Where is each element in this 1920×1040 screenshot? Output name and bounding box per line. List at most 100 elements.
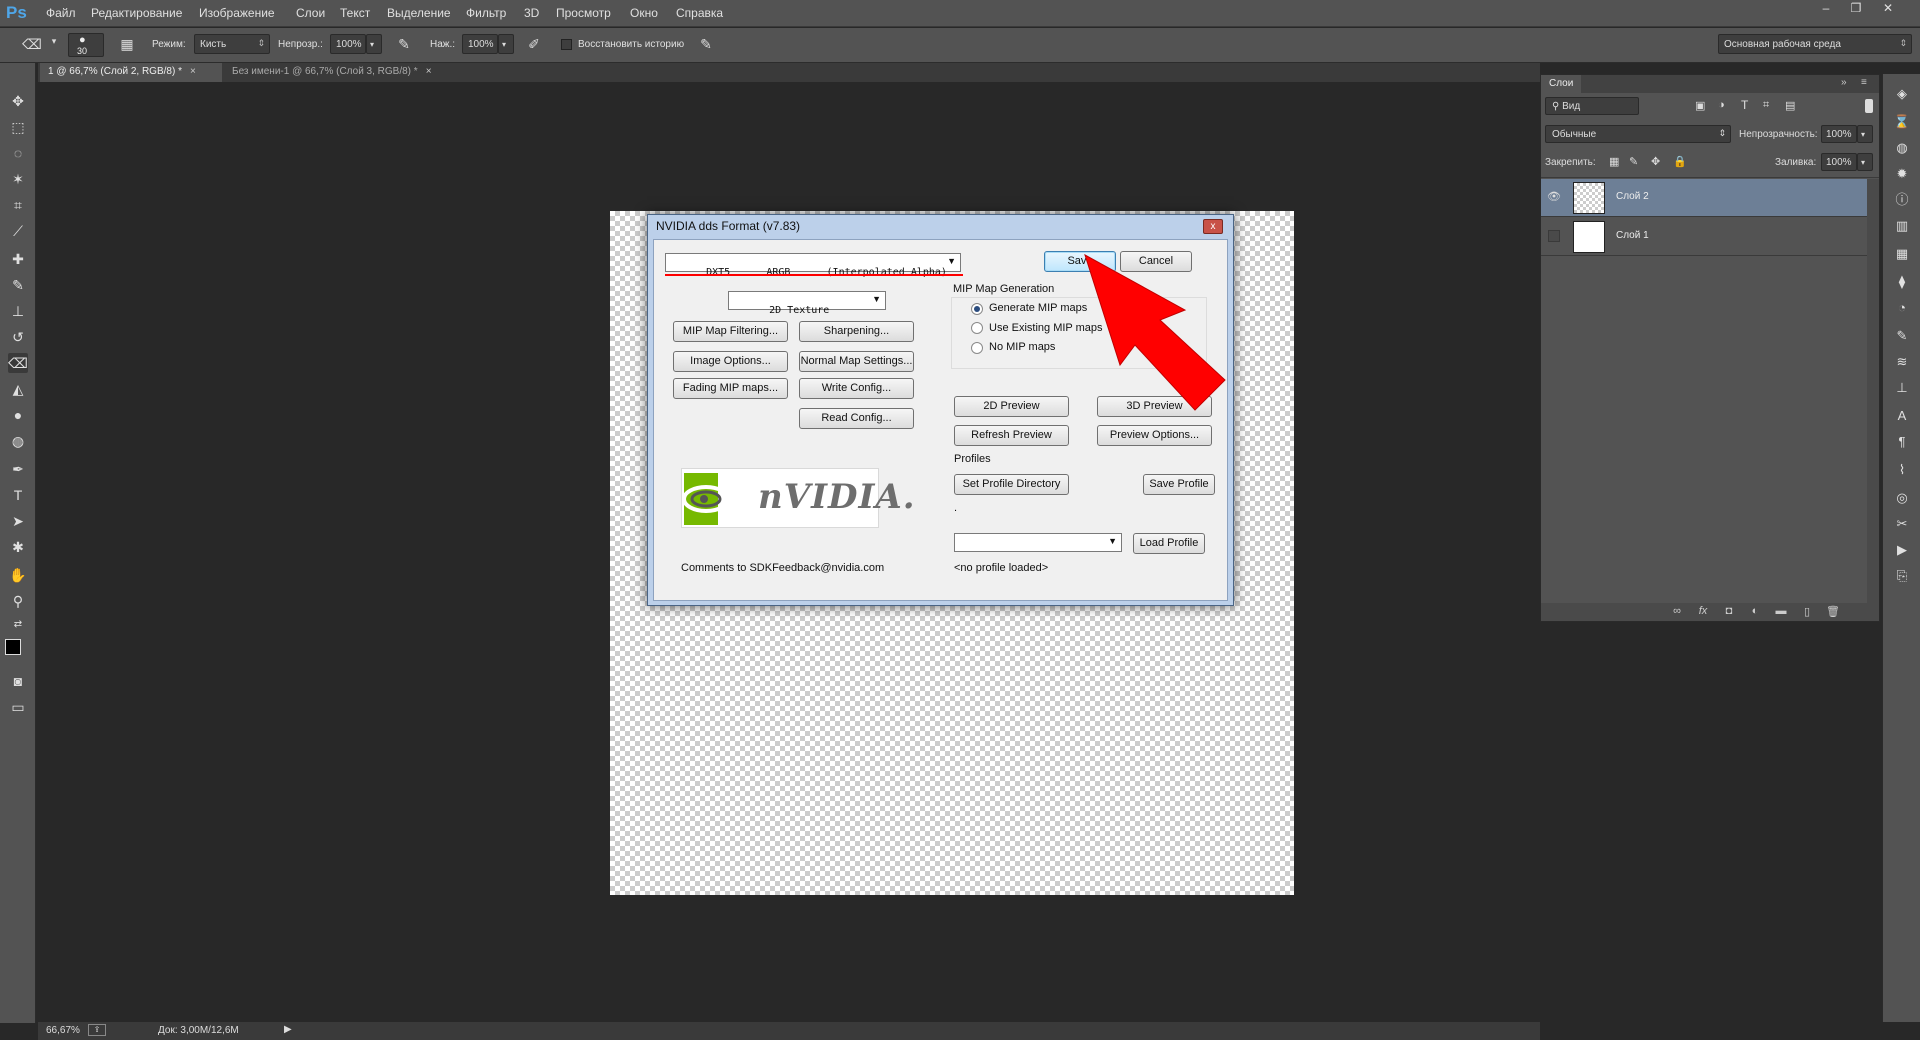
move-tool-icon[interactable]: ✥ [8, 91, 28, 111]
restore-button[interactable]: ❐ [1845, 1, 1867, 17]
link-layers-icon[interactable]: ∞ [1669, 605, 1685, 619]
opacity-input[interactable]: 100% [330, 34, 366, 54]
swatches-icon[interactable]: ▥ [1892, 216, 1912, 236]
pressure-opacity-icon[interactable]: ✎ [394, 36, 414, 54]
new-layer-icon[interactable]: ▯ [1799, 605, 1815, 619]
pen-tool-icon[interactable]: ✒ [8, 459, 28, 479]
crop-tool-icon[interactable]: ⌗ [8, 195, 28, 215]
filter-type-icon[interactable]: T [1741, 98, 1748, 112]
type-tool-icon[interactable]: T [8, 485, 28, 505]
radio-generate-mip[interactable] [971, 303, 983, 315]
new-adjustment-icon[interactable]: ◐ [1747, 605, 1763, 619]
brush-presets-icon[interactable]: ✎ [1892, 326, 1912, 346]
layer-opacity-input[interactable]: 100% [1821, 125, 1857, 143]
layer-style-icon[interactable]: fx [1695, 605, 1711, 619]
eyedropper-tool-icon[interactable]: ⟋ [8, 221, 28, 241]
shape-tool-icon[interactable]: ✱ [8, 537, 28, 557]
lock-position-icon[interactable]: ✥ [1651, 155, 1660, 168]
grid-icon[interactable]: ▦ [1892, 244, 1912, 264]
quick-mask-icon[interactable]: ◙ [8, 671, 28, 691]
3d-icon[interactable]: ⧫ [1892, 272, 1912, 292]
close-icon[interactable]: × [190, 66, 196, 77]
healing-brush-tool-icon[interactable]: ✚ [8, 249, 28, 269]
refresh-preview-button[interactable]: Refresh Preview [954, 425, 1069, 446]
pressure-input[interactable]: 100% [462, 34, 498, 54]
zoom-tool-icon[interactable]: ⚲ [8, 591, 28, 611]
layer-row-1[interactable]: Слой 1 [1541, 218, 1867, 256]
fill-input[interactable]: 100% [1821, 153, 1857, 171]
airbrush-icon[interactable]: ✐ [524, 36, 544, 54]
mode-dropdown[interactable]: Кисть ⇕ [194, 34, 270, 54]
eraser-tool-icon[interactable]: ⌫ [8, 353, 28, 373]
blur-tool-icon[interactable]: ● [8, 405, 28, 425]
clone-source-icon[interactable]: ⊥ [1892, 378, 1912, 398]
filter-smart-object-icon[interactable]: ▤ [1785, 99, 1795, 112]
opacity-dropdown-button[interactable]: ▾ [366, 34, 382, 54]
collapse-icon[interactable]: » [1841, 77, 1847, 88]
styles-icon[interactable]: ◔ [1892, 298, 1912, 318]
channels-icon[interactable]: ◎ [1892, 488, 1912, 508]
filter-adjustment-icon[interactable]: ◑ [1718, 99, 1725, 111]
set-profile-directory-button[interactable]: Set Profile Directory [954, 474, 1069, 495]
adjustments-icon[interactable]: ✹ [1892, 164, 1912, 184]
blend-mode-dropdown[interactable]: Обычные ⇕ [1545, 125, 1731, 143]
tab-document-2[interactable]: Без имени-1 @ 66,7% (Слой 3, RGB/8) * × [224, 63, 460, 82]
brush-panel-icon[interactable]: ▦ [117, 36, 137, 54]
history-icon[interactable]: ⌛ [1892, 112, 1912, 132]
profile-combo[interactable]: ▼ [954, 533, 1122, 552]
save-profile-button[interactable]: Save Profile [1143, 474, 1215, 495]
menu-window[interactable]: Окно [630, 6, 658, 20]
filter-pixel-icon[interactable]: ▣ [1695, 99, 1705, 112]
menu-layers[interactable]: Слои [296, 6, 325, 20]
add-mask-icon[interactable]: ◘ [1721, 605, 1737, 619]
close-icon[interactable]: × [426, 66, 432, 77]
layer-row-2[interactable]: 👁 Слой 2 [1541, 179, 1867, 217]
menu-help[interactable]: Справка [676, 6, 723, 20]
timeline-icon[interactable]: ⎘ [1892, 566, 1912, 586]
close-window-button[interactable]: ✕ [1877, 1, 1899, 17]
paths-icon[interactable]: ⌇ [1892, 460, 1912, 480]
actions-icon[interactable]: ▶ [1892, 540, 1912, 560]
layers-icon[interactable]: ◈ [1892, 84, 1912, 104]
restore-history-checkbox[interactable] [561, 39, 572, 50]
pressure-dropdown-button[interactable]: ▾ [498, 34, 514, 54]
brush-tool-icon[interactable]: ✎ [8, 275, 28, 295]
brush-settings-icon[interactable]: ≋ [1892, 352, 1912, 372]
visibility-toggle[interactable] [1548, 230, 1560, 242]
eraser-tool-preset-icon[interactable]: ⌫ [22, 36, 42, 54]
texture-type-combo[interactable]: 2D Texture ▼ [728, 291, 886, 316]
preview-2d-button[interactable]: 2D Preview [954, 396, 1069, 417]
format-combo[interactable]: DXT5 ARGB (Interpolated Alpha) ▼ [665, 253, 961, 278]
foreground-color-swatch[interactable] [5, 639, 21, 655]
fill-dropdown[interactable]: ▾ [1857, 153, 1873, 171]
eye-icon[interactable]: 👁 [1547, 190, 1561, 204]
menu-3d[interactable]: 3D [524, 6, 539, 20]
radio-use-existing-mip[interactable] [971, 322, 983, 334]
tab-document-1[interactable]: 1 @ 66,7% (Слой 2, RGB/8) * × [40, 63, 222, 82]
panel-menu-icon[interactable]: ≡ [1861, 77, 1867, 88]
dodge-tool-icon[interactable]: ◍ [8, 431, 28, 451]
layers-scrollbar[interactable] [1867, 179, 1879, 603]
lock-all-icon[interactable]: 🔒 [1673, 155, 1687, 168]
layer-opacity-dropdown[interactable]: ▾ [1857, 125, 1873, 143]
paragraph-icon[interactable]: ¶ [1892, 432, 1912, 452]
layer-filter-dropdown[interactable]: ⚲ Вид [1545, 97, 1639, 115]
lock-image-icon[interactable]: ✎ [1629, 155, 1638, 168]
read-config-button[interactable]: Read Config... [799, 408, 914, 429]
pressure-size-icon[interactable]: ✎ [696, 36, 716, 54]
sharpening-button[interactable]: Sharpening... [799, 321, 914, 342]
info-icon[interactable]: ⓘ [1892, 190, 1912, 210]
lasso-tool-icon[interactable]: ◌ [8, 143, 28, 163]
image-options-button[interactable]: Image Options... [673, 351, 788, 372]
swap-colors-icon[interactable]: ⇄ [8, 615, 28, 635]
menu-filter[interactable]: Фильтр [466, 6, 506, 20]
menu-select[interactable]: Выделение [387, 6, 451, 20]
load-profile-button[interactable]: Load Profile [1133, 533, 1205, 554]
mip-map-filtering-button[interactable]: MIP Map Filtering... [673, 321, 788, 342]
new-group-icon[interactable]: ▬ [1773, 605, 1789, 619]
trash-icon[interactable]: 🗑 [1825, 605, 1841, 619]
fading-mip-maps-button[interactable]: Fading MIP maps... [673, 378, 788, 399]
write-config-button[interactable]: Write Config... [799, 378, 914, 399]
tab-layers[interactable]: Слои [1541, 75, 1582, 93]
screen-mode-icon[interactable]: ▭ [8, 697, 28, 717]
